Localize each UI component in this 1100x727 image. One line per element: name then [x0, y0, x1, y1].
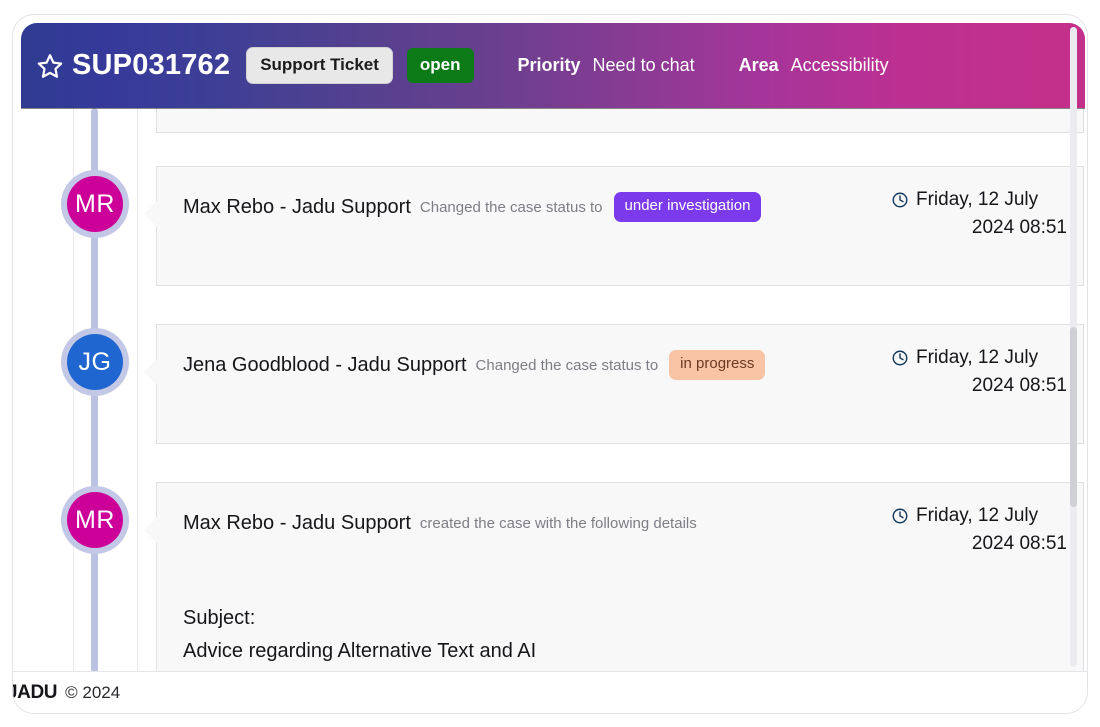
card-pointer-arrow	[143, 200, 157, 228]
timestamp-time: 2024 08:51	[971, 217, 1067, 238]
page-footer: JADU © 2024	[12, 671, 1087, 713]
subject-value: Advice regarding Alternative Text and AI	[183, 640, 537, 662]
card-pointer-arrow	[143, 358, 157, 386]
avatar-initials: MR	[67, 492, 123, 548]
clock-icon	[892, 508, 908, 524]
entry-timestamp: Friday, 12 July 2024 08:51	[877, 189, 1067, 239]
card-pointer-arrow	[143, 516, 157, 544]
card-message: Jena Goodblood - Jadu Support Changed th…	[183, 347, 877, 383]
scrollbar-thumb[interactable]	[1070, 327, 1077, 507]
footer-copyright: © 2024	[65, 682, 121, 702]
ticket-type-badge: Support Ticket	[246, 47, 393, 84]
actor-name: Jena Goodblood - Jadu Support	[183, 353, 467, 376]
avatar-initials: JG	[67, 334, 123, 390]
avatar[interactable]: MR	[61, 170, 129, 238]
actor-name: Max Rebo - Jadu Support	[183, 195, 411, 218]
timestamp-date: Friday, 12 July	[916, 505, 1039, 526]
action-text: created the case with the following deta…	[419, 514, 697, 532]
action-text: Changed the case status to	[419, 198, 603, 216]
avatar-initials: MR	[67, 176, 123, 232]
entry-timestamp: Friday, 12 July 2024 08:51	[877, 347, 1067, 397]
timestamp-time: 2024 08:51	[971, 375, 1067, 396]
ticket-status-badge: open	[406, 48, 474, 83]
area-value: Accessibility	[790, 55, 889, 75]
priority-value: Need to chat	[592, 55, 695, 75]
area-label: Area	[738, 55, 779, 75]
column-rule-mid	[137, 108, 138, 673]
clock-icon	[892, 192, 908, 208]
timeline-card: Max Rebo - Jadu Support created the case…	[143, 482, 1084, 673]
avatar[interactable]: JG	[61, 328, 129, 396]
action-text: Changed the case status to	[475, 356, 659, 374]
avatar[interactable]: MR	[61, 486, 129, 554]
card-message: Max Rebo - Jadu Support Changed the case…	[183, 189, 877, 225]
clock-icon	[892, 350, 908, 366]
timestamp-date: Friday, 12 July	[916, 347, 1039, 368]
partial-card-above	[156, 108, 1084, 133]
star-outline-icon[interactable]	[36, 52, 64, 80]
timestamp-time: 2024 08:51	[971, 533, 1067, 554]
timeline-card: Jena Goodblood - Jadu Support Changed th…	[143, 324, 1084, 444]
timeline-scroll-region[interactable]: MR Max Rebo - Jadu Support Changed the c…	[21, 108, 1085, 673]
footer-brand-logo: JADU	[12, 681, 58, 703]
subject-label: Subject:	[183, 607, 256, 629]
priority-meta: Priority Need to chat	[518, 55, 695, 76]
status-badge: in progress	[669, 350, 766, 380]
timeline-card: Max Rebo - Jadu Support Changed the case…	[143, 166, 1084, 286]
entry-timestamp: Friday, 12 July 2024 08:51	[877, 505, 1067, 555]
ticket-reference: SUP031762	[72, 49, 231, 81]
card-message: Max Rebo - Jadu Support created the case…	[183, 505, 877, 541]
actor-name: Max Rebo - Jadu Support	[183, 511, 411, 534]
priority-label: Priority	[517, 55, 581, 75]
ticket-page-shell: SUP031762 Support Ticket open Priority N…	[12, 14, 1088, 714]
status-badge: under investigation	[613, 192, 762, 222]
case-details: Subject: Advice regarding Alternative Te…	[157, 555, 1083, 673]
ticket-header-bar: SUP031762 Support Ticket open Priority N…	[21, 23, 1085, 108]
area-meta: Area Accessibility	[739, 55, 889, 76]
vertical-scrollbar[interactable]	[1070, 27, 1077, 667]
timestamp-date: Friday, 12 July	[916, 189, 1039, 210]
